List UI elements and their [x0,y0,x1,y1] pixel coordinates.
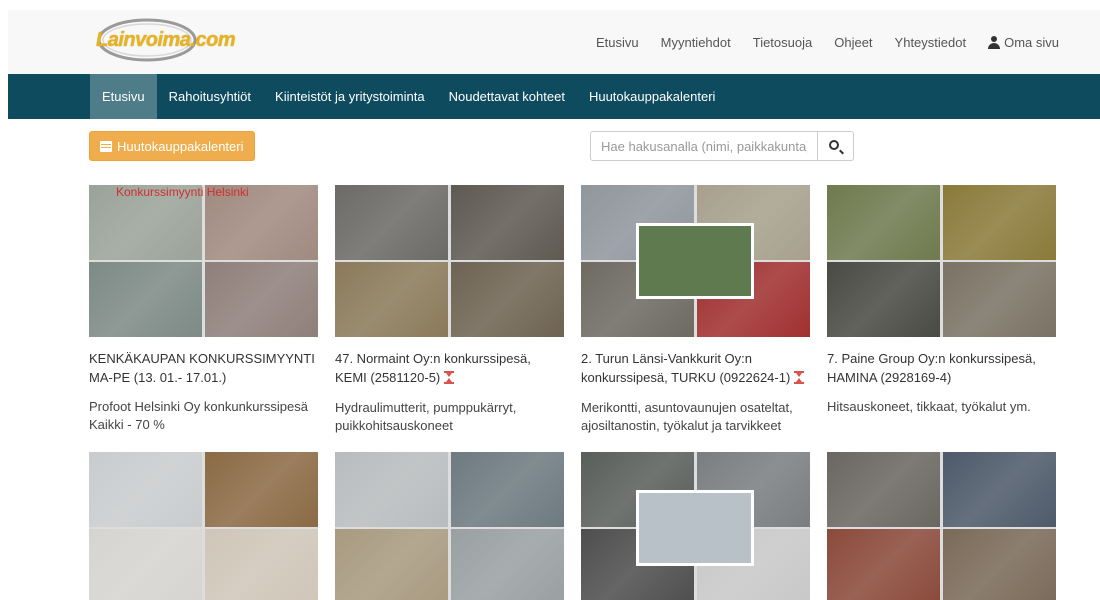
top-nav-label: Myyntiehdot [660,34,731,50]
calendar-icon [100,140,112,152]
card-thumbnail[interactable] [581,185,810,337]
thumb-tile [943,185,1056,260]
card-thumbnail[interactable]: Konkurssimyynti Helsinki [89,185,318,337]
search-button[interactable] [818,131,854,161]
thumb-tile [335,185,448,260]
auction-calendar-label: Huutokauppakalenteri [117,138,244,154]
search-input[interactable] [590,131,819,161]
auction-card[interactable]: 47. Normaint Oy:n konkurssipesä, KEMI (2… [335,185,564,435]
auction-card[interactable]: 7. Paine Group Oy:n konkurssipesä, HAMIN… [827,185,1056,416]
thumb-inset [636,490,754,566]
logo-text: Lainvoima.com [96,29,236,51]
top-nav-ohjeet[interactable]: Ohjeet [823,35,883,50]
card-title[interactable]: 2. Turun Länsi-Vankkurit Oy:n konkurssip… [581,349,810,388]
card-title-text: 7. Paine Group Oy:n konkurssipesä, HAMIN… [827,351,1036,385]
card-description: Hitsauskoneet, tikkaat, työkalut ym. [827,399,1031,414]
thumb-tile [451,529,564,600]
auction-calendar-button[interactable]: Huutokauppakalenteri [89,131,256,161]
thumb-tile [89,452,202,527]
thumb-tile [943,262,1056,337]
card-title-text: 47. Normaint Oy:n konkurssipesä, KEMI (2… [335,351,531,385]
auction-card[interactable] [335,452,564,600]
search-form [590,131,854,161]
top-nav-etusivu[interactable]: Etusivu [585,35,650,50]
sec-nav-rahoitusyhtiot[interactable]: Rahoitusyhtiöt [157,74,263,119]
card-title[interactable]: KENKÄKAUPAN KONKURSSIMYYNTI MA-PE (13. 0… [89,349,318,387]
top-nav: Etusivu Myyntiehdot Tietosuoja Ohjeet Yh… [585,10,1070,74]
auction-card[interactable] [89,452,318,600]
thumb-tile [335,529,448,600]
card-thumbnail[interactable] [89,452,318,600]
thumb-tile [205,452,318,527]
thumb-tile [827,185,940,260]
sec-nav-huutokauppakalenteri[interactable]: Huutokauppakalenteri [577,74,727,119]
top-nav-label: Tietosuoja [752,34,813,50]
thumb-tile [205,262,318,337]
thumb-inset [636,223,754,299]
top-nav-label: Ohjeet [834,34,873,50]
thumb-tile [827,262,940,337]
card-thumbnail[interactable] [827,452,1056,600]
card-title-text: 2. Turun Länsi-Vankkurit Oy:n konkurssip… [581,351,791,385]
card-description: Profoot Helsinki Oy konkunkurssipesä Kai… [89,399,308,432]
thumb-tile [827,452,940,527]
thumb-tile [451,185,564,260]
user-icon [988,35,1001,49]
auction-card[interactable] [827,452,1056,600]
thumb-tile [89,262,202,337]
thumb-tile [205,529,318,600]
card-title[interactable]: 7. Paine Group Oy:n konkurssipesä, HAMIN… [827,349,1056,387]
secondary-nav: Etusivu Rahoitusyhtiöt Kiinteistöt ja yr… [8,74,1100,119]
top-nav-yhteystiedot[interactable]: Yhteystiedot [884,35,978,50]
card-description: Hydraulimutterit, pumppukärryt, puikkohi… [335,400,517,433]
search-icon [829,140,840,150]
top-nav-oma-sivu[interactable]: Oma sivu [977,35,1070,50]
auction-card[interactable]: Konkurssimyynti Helsinki KENKÄKAUPAN KON… [89,185,318,434]
thumb-tile [335,452,448,527]
card-thumbnail[interactable] [335,185,564,337]
thumb-tile [335,262,448,337]
top-nav-myyntiehdot[interactable]: Myyntiehdot [650,35,742,50]
top-nav-label: Oma sivu [1004,34,1059,50]
thumb-caption: Konkurssimyynti Helsinki [116,185,249,199]
top-nav-tietosuoja[interactable]: Tietosuoja [742,35,824,50]
top-header: Lainvoima.com Etusivu Myyntiehdot Tietos… [8,10,1100,74]
thumb-tile [943,529,1056,600]
site-logo[interactable]: Lainvoima.com [90,14,236,66]
card-title[interactable]: 47. Normaint Oy:n konkurssipesä, KEMI (2… [335,349,564,388]
card-thumbnail[interactable] [335,452,564,600]
top-nav-label: Yhteystiedot [894,34,967,50]
card-thumbnail[interactable] [581,452,810,600]
sec-nav-kiinteistot[interactable]: Kiinteistöt ja yritystoiminta [263,74,437,119]
auction-card[interactable]: 2. Turun Länsi-Vankkurit Oy:n konkurssip… [581,185,810,435]
auction-card[interactable] [581,452,810,600]
card-description: Merikontti, asuntovaunujen osateltat, aj… [581,400,793,433]
card-title-text: KENKÄKAUPAN KONKURSSIMYYNTI MA-PE (13. 0… [89,351,315,385]
sec-nav-etusivu[interactable]: Etusivu [90,74,157,119]
top-nav-label: Etusivu [596,34,639,50]
thumb-tile [943,452,1056,527]
thumb-tile [451,262,564,337]
card-thumbnail[interactable] [827,185,1056,337]
thumb-tile [451,452,564,527]
thumb-tile [89,529,202,600]
thumb-tile [827,529,940,600]
sec-nav-noudettavat[interactable]: Noudettavat kohteet [437,74,577,119]
